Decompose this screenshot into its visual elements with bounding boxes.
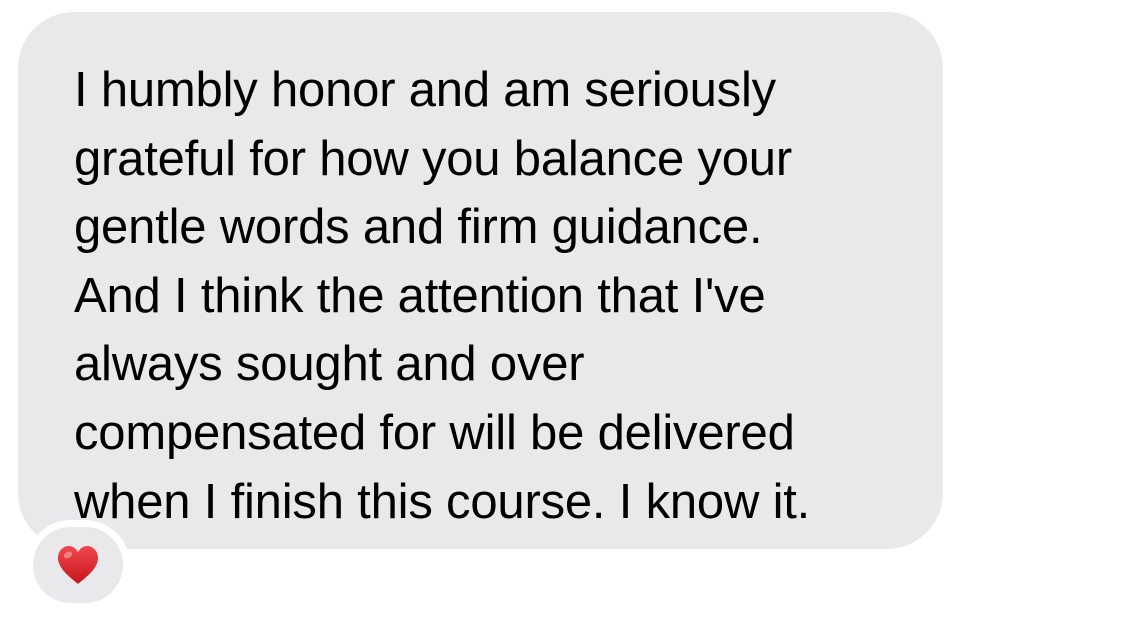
message-line: And I think the attention that I've [74,268,766,323]
message-text: I humbly honor and am seriously grateful… [74,56,944,536]
message-line: always sought and over [74,337,585,392]
message-line: I humbly honor and am seriously [74,63,776,117]
received-message-bubble[interactable]: I humbly honor and am seriously grateful… [18,12,943,549]
message-line: gentle words and firm guidance. [74,200,763,255]
conversation-view: I humbly honor and am seriously grateful… [0,0,1127,637]
heart-icon [58,546,98,584]
message-line: compensated for will be delivered [74,405,795,460]
tapback-reaction-badge[interactable] [33,527,123,603]
message-line: grateful for how you balance your [74,131,792,186]
message-line: when I finish this course. I know it. [74,474,811,529]
